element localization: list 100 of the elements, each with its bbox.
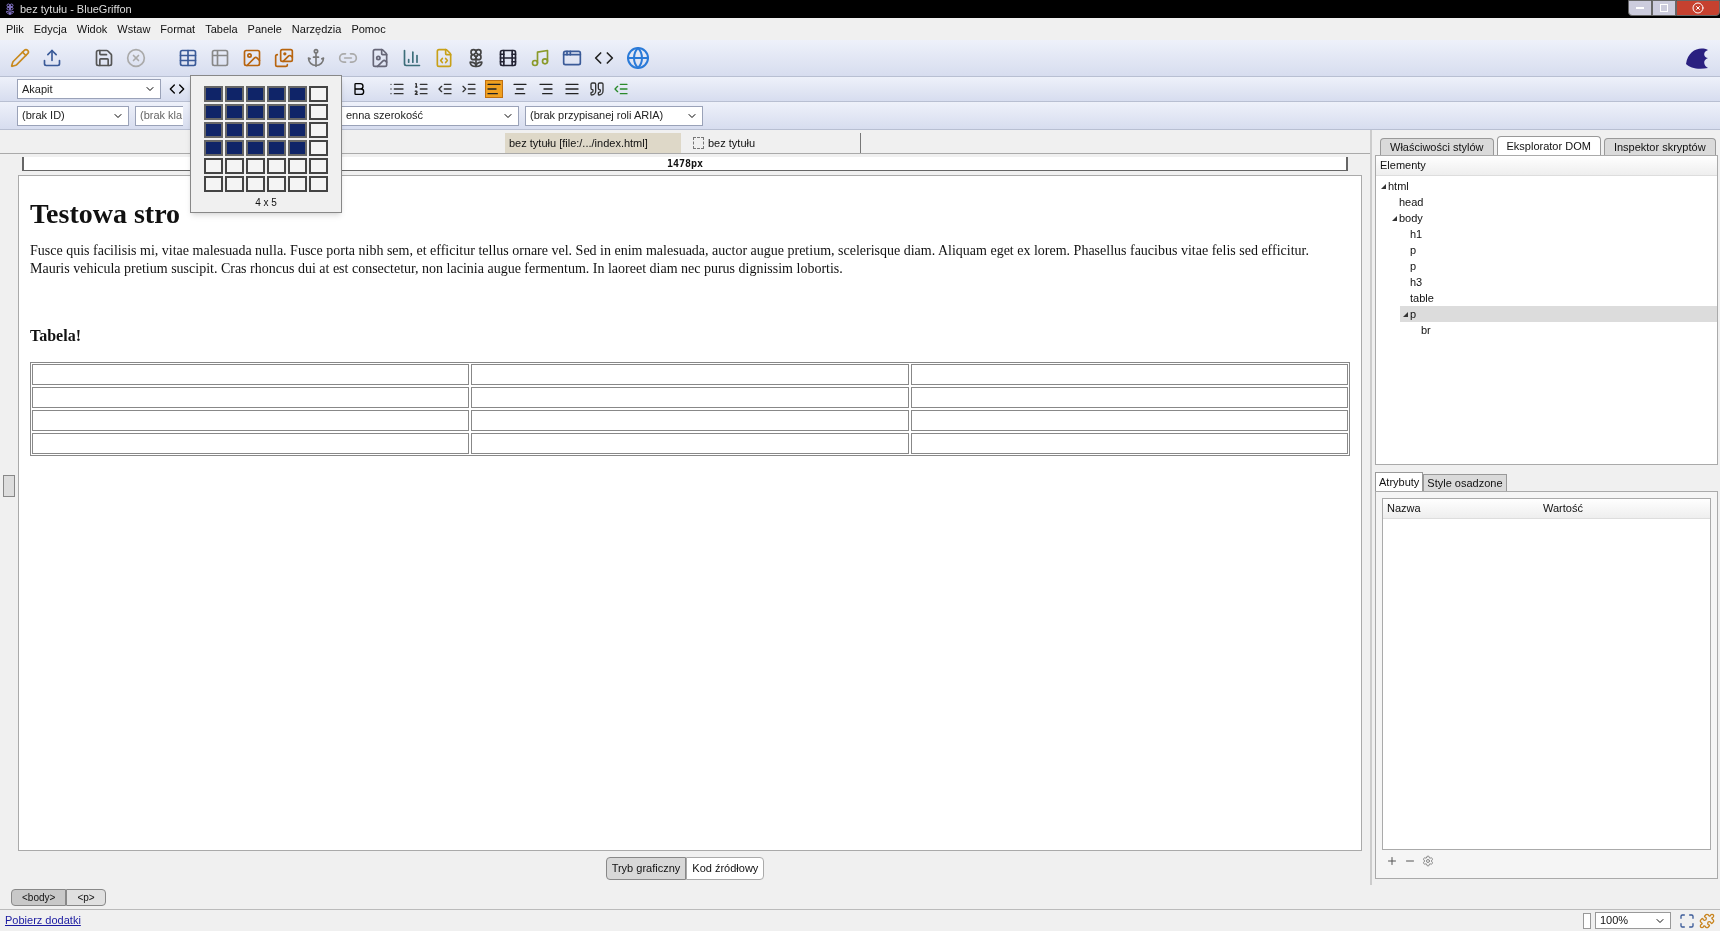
table-cell[interactable] (32, 364, 470, 385)
table-cell[interactable] (32, 387, 470, 408)
grid-cell[interactable] (309, 122, 328, 138)
fullscreen-icon[interactable] (1679, 912, 1695, 929)
grid-cell[interactable] (246, 86, 265, 102)
grid-cell[interactable] (288, 176, 307, 192)
grid-cell[interactable] (288, 104, 307, 120)
code-icon[interactable] (169, 81, 185, 97)
globe-icon[interactable] (626, 46, 650, 70)
grid-cell[interactable] (309, 176, 328, 192)
grid-cell[interactable] (246, 158, 265, 174)
outdent-icon[interactable] (437, 81, 453, 97)
anchor-icon[interactable] (306, 48, 326, 68)
view-mode-button[interactable]: Tryb graficzny (605, 856, 687, 880)
panel-tab[interactable]: Style osadzone (1423, 474, 1507, 491)
menu-item[interactable]: Wstaw (117, 20, 151, 38)
images-icon[interactable] (274, 48, 294, 68)
table-cell[interactable] (471, 410, 909, 431)
panel-tab[interactable]: Inspektor skryptów (1603, 138, 1716, 155)
grid-cell[interactable] (225, 122, 244, 138)
add-icon[interactable] (1386, 855, 1398, 867)
aria-role-select[interactable]: (brak przypisanej roli ARIA) (525, 105, 703, 126)
grid-cell[interactable] (246, 122, 265, 138)
grid-cell[interactable] (204, 140, 223, 156)
close-document-icon[interactable] (126, 48, 146, 68)
grid-cell[interactable] (288, 158, 307, 174)
table-cell[interactable] (910, 433, 1348, 454)
grid-cell[interactable] (267, 86, 286, 102)
grid-cell[interactable] (288, 86, 307, 102)
grid-cell[interactable] (204, 158, 223, 174)
grid-cell[interactable] (267, 140, 286, 156)
grid-cell[interactable] (204, 176, 223, 192)
image-icon[interactable] (242, 48, 262, 68)
close-button[interactable] (1676, 0, 1720, 16)
grid-cell[interactable] (204, 122, 223, 138)
align-button[interactable] (485, 80, 503, 98)
table-cell[interactable] (32, 433, 470, 454)
chart-icon[interactable] (402, 48, 422, 68)
view-mode-button[interactable]: Kod źródłowy (686, 856, 765, 880)
menu-item[interactable]: Edycja (33, 20, 67, 38)
quote-icon[interactable] (589, 81, 605, 97)
addons-link[interactable]: Pobierz dodatki (5, 912, 81, 929)
grid-cell[interactable] (267, 122, 286, 138)
table-cell[interactable] (32, 410, 470, 431)
grid-cell[interactable] (288, 140, 307, 156)
pencil-icon[interactable] (10, 48, 30, 68)
class-field[interactable]: (brak kla (135, 105, 183, 126)
grid-cell[interactable] (225, 104, 244, 120)
grid-cell[interactable] (246, 104, 265, 120)
grid-cell[interactable] (267, 176, 286, 192)
maximize-button[interactable] (1652, 0, 1676, 16)
music-icon[interactable] (530, 48, 550, 68)
side-handle-icon[interactable] (3, 475, 15, 497)
id-select[interactable]: (brak ID) (17, 105, 129, 126)
collapse-triangle-icon[interactable] (1402, 311, 1408, 317)
menu-item[interactable]: Plik (6, 20, 24, 38)
numbered-list-icon[interactable] (413, 81, 429, 97)
document-tab[interactable]: bez tytułu [file:/.../index.html] (505, 133, 681, 153)
menu-item[interactable]: Widok (76, 20, 108, 38)
grid-cell[interactable] (225, 158, 244, 174)
menu-item[interactable]: Panele (247, 20, 282, 38)
grid-cell[interactable] (204, 104, 223, 120)
save-icon[interactable] (94, 48, 114, 68)
paragraph-style-select[interactable]: Akapit (17, 79, 161, 99)
bullet-list-icon[interactable] (389, 81, 405, 97)
panel-tab[interactable]: Eksplorator DOM (1496, 136, 1601, 155)
document-tab[interactable]: bez tytułu (689, 133, 861, 153)
grid-cell[interactable] (288, 122, 307, 138)
menu-item[interactable]: Pomoc (351, 20, 386, 38)
breadcrumb-item[interactable]: <body> (11, 888, 67, 906)
table-cell[interactable] (910, 387, 1348, 408)
window-icon[interactable] (562, 48, 582, 68)
zoom-select[interactable]: 100% (1595, 912, 1671, 929)
minimize-button[interactable] (1628, 0, 1652, 16)
menu-item[interactable]: Format (160, 20, 196, 38)
collapse-triangle-icon[interactable] (1380, 183, 1386, 189)
grid-cell[interactable] (246, 176, 265, 192)
puzzle-icon[interactable] (1699, 912, 1715, 929)
table-cell[interactable] (910, 410, 1348, 431)
grid-cell[interactable] (225, 176, 244, 192)
flower-icon[interactable] (466, 48, 486, 68)
menu-item[interactable]: Narzędzia (291, 20, 342, 38)
menu-item[interactable]: Tabela (205, 20, 238, 38)
grid-cell[interactable] (225, 86, 244, 102)
width-select[interactable]: enna szerokość (341, 105, 519, 126)
table-icon[interactable] (178, 48, 198, 68)
grid-cell[interactable] (309, 104, 328, 120)
panel-tab[interactable]: Atrybuty (1375, 472, 1424, 491)
upload-icon[interactable] (42, 48, 62, 68)
picture-edit-icon[interactable] (370, 48, 390, 68)
table-cell[interactable] (910, 364, 1348, 385)
grid-cell[interactable] (309, 140, 328, 156)
table-icon[interactable] (210, 48, 230, 68)
grid-cell[interactable] (267, 104, 286, 120)
table-cell[interactable] (471, 364, 909, 385)
film-icon[interactable] (498, 48, 518, 68)
panel-tab[interactable]: Właściwości stylów (1380, 138, 1494, 155)
grid-cell[interactable] (246, 140, 265, 156)
grid-cell[interactable] (309, 86, 328, 102)
table-cell[interactable] (471, 433, 909, 454)
